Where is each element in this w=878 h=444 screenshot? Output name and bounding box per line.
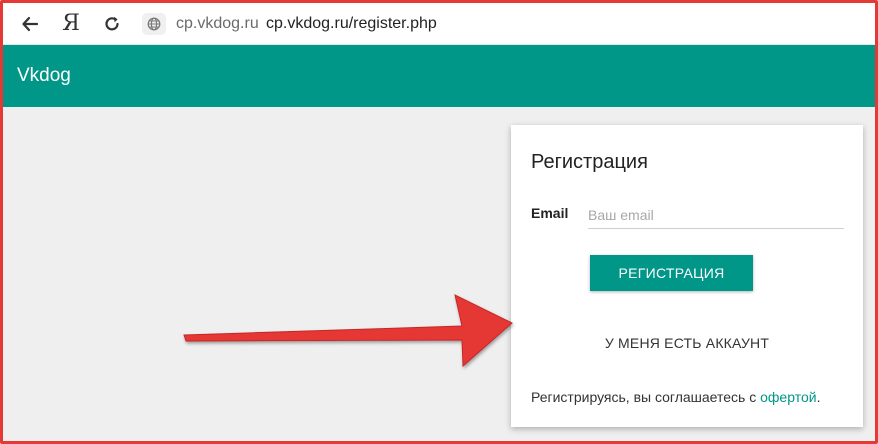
globe-icon bbox=[147, 17, 161, 31]
reload-icon bbox=[105, 16, 119, 31]
site-info-button[interactable] bbox=[142, 13, 166, 35]
screenshot-frame: Я cp.vkdog.ru cp.vkdog.ru/register.php V… bbox=[0, 0, 878, 444]
arrow-left-icon bbox=[22, 16, 39, 32]
terms-notice: Регистрируясь, вы соглашаетесь с офертой… bbox=[531, 389, 820, 405]
register-card: Регистрация Email РЕГИСТРАЦИЯ У МЕНЯ ЕСТ… bbox=[511, 125, 863, 427]
address-bar-url[interactable]: cp.vkdog.ru/register.php bbox=[266, 15, 437, 33]
terms-text: Регистрируясь, вы соглашаетесь с bbox=[531, 389, 761, 405]
email-label: Email bbox=[531, 205, 569, 221]
card-title: Регистрация bbox=[531, 151, 648, 173]
have-account-button[interactable]: У МЕНЯ ЕСТЬ АККАУНТ bbox=[511, 335, 863, 351]
back-button[interactable] bbox=[17, 11, 43, 37]
browser-toolbar: Я cp.vkdog.ru cp.vkdog.ru/register.php bbox=[3, 3, 875, 45]
register-button[interactable]: РЕГИСТРАЦИЯ bbox=[590, 255, 753, 291]
brand-logo[interactable]: Vkdog bbox=[17, 65, 71, 87]
offer-link[interactable]: офертой bbox=[760, 389, 816, 405]
email-field[interactable] bbox=[588, 201, 844, 229]
app-header: Vkdog bbox=[3, 45, 875, 107]
address-bar-domain[interactable]: cp.vkdog.ru bbox=[176, 15, 259, 33]
terms-period: . bbox=[816, 389, 821, 405]
yandex-logo-icon: Я bbox=[62, 11, 80, 36]
yandex-logo-button[interactable]: Я bbox=[58, 11, 84, 37]
reload-button[interactable] bbox=[99, 11, 125, 37]
